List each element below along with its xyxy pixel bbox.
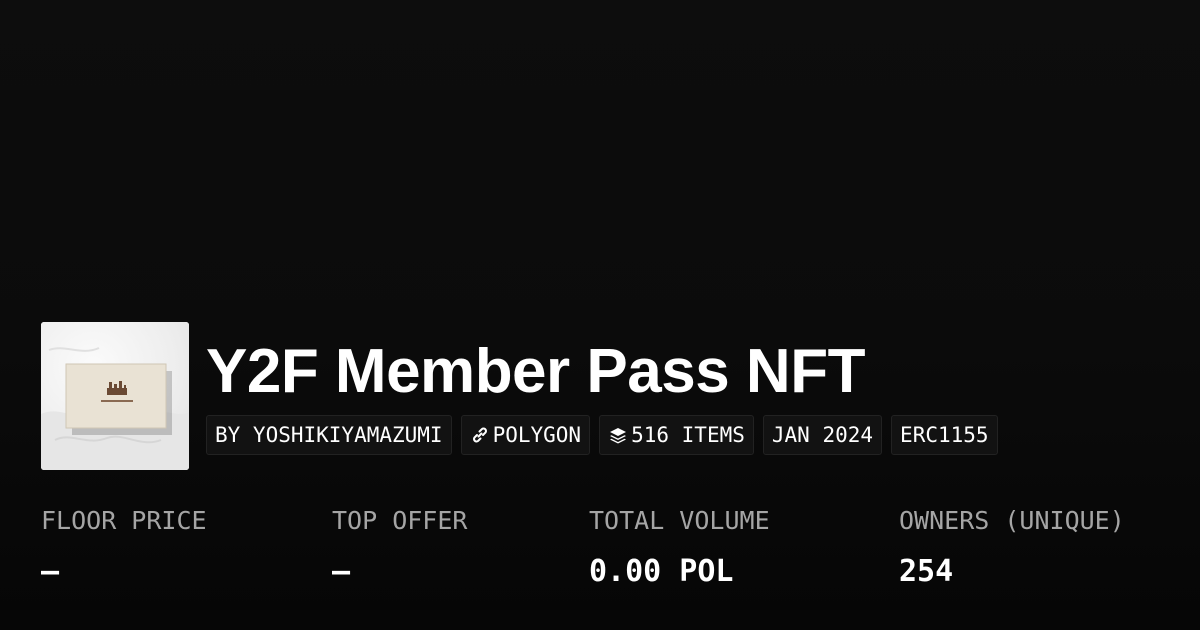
collection-badges: BY YOSHIKIYAMAZUMI POLYGON 516 ITEMS JAN…	[206, 415, 998, 455]
items-label: 516 ITEMS	[631, 423, 745, 447]
items-badge[interactable]: 516 ITEMS	[599, 415, 754, 455]
collection-title: Y2F Member Pass NFT	[206, 337, 865, 406]
layers-icon	[608, 425, 628, 445]
stat-owners: OWNERS (UNIQUE) 254	[899, 505, 1125, 589]
creator-badge[interactable]: BY YOSHIKIYAMAZUMI	[206, 415, 452, 455]
stat-floor-price: FLOOR PRICE –	[41, 505, 207, 589]
link-icon	[470, 425, 490, 445]
owners-value: 254	[899, 554, 954, 589]
top-offer-value: –	[332, 554, 351, 589]
floor-price-value: –	[41, 554, 60, 589]
standard-label: ERC1155	[900, 423, 989, 447]
top-offer-label: TOP OFFER	[332, 506, 468, 535]
total-volume-value: 0.00 POL	[589, 554, 734, 589]
total-volume-label: TOTAL VOLUME	[589, 506, 770, 535]
date-badge: JAN 2024	[762, 415, 883, 455]
owners-label: OWNERS (UNIQUE)	[899, 506, 1125, 535]
stat-total-volume: TOTAL VOLUME 0.00 POL	[589, 505, 770, 589]
date-label: JAN 2024	[771, 423, 874, 447]
chain-badge[interactable]: POLYGON	[460, 415, 591, 455]
standard-badge: ERC1155	[891, 415, 998, 455]
floor-price-label: FLOOR PRICE	[41, 506, 207, 535]
collection-og-card: Y2F Member Pass NFT BY YOSHIKIYAMAZUMI P…	[0, 0, 1200, 630]
collection-image	[41, 322, 189, 470]
member-pass-card-image	[41, 322, 189, 470]
stat-top-offer: TOP OFFER –	[332, 505, 467, 589]
chain-label: POLYGON	[492, 423, 582, 447]
creator-label: BY YOSHIKIYAMAZUMI	[215, 423, 443, 447]
